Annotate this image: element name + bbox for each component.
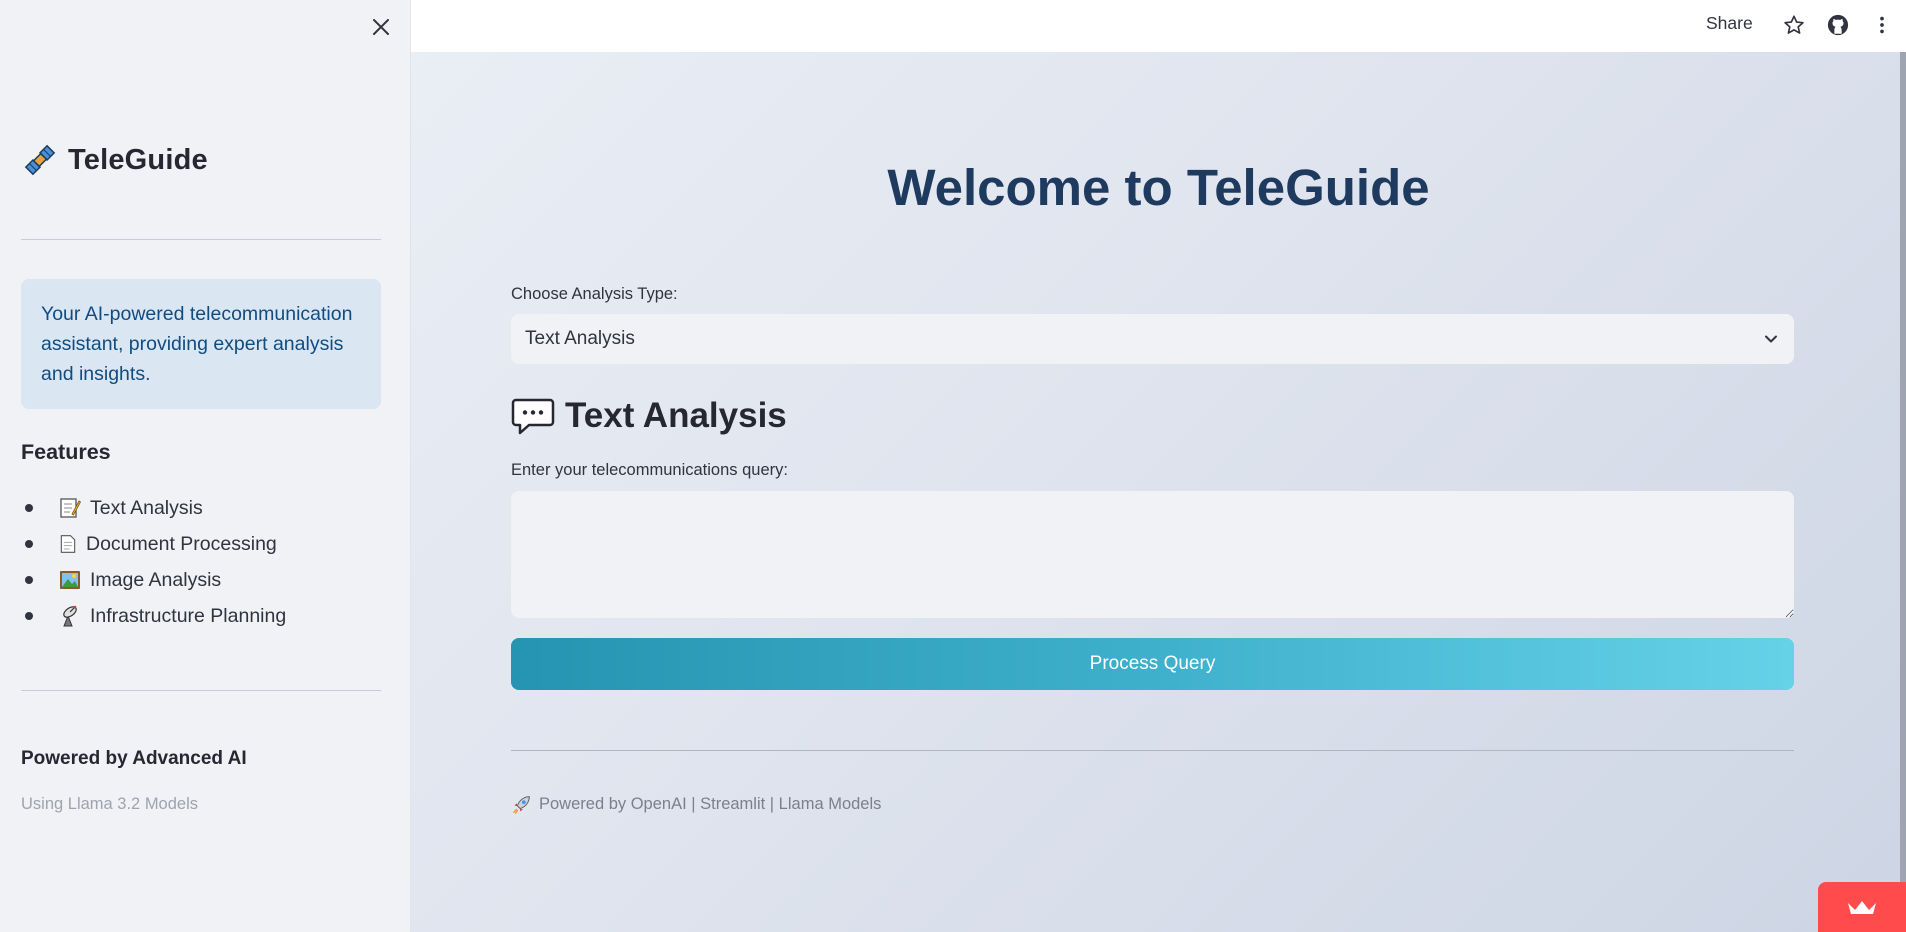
sidebar: TeleGuide Your AI-powered telecommunicat… — [0, 0, 411, 932]
feature-label: Image Analysis — [90, 568, 222, 591]
sidebar-divider — [21, 239, 381, 240]
streamlit-badge[interactable] — [1818, 882, 1906, 932]
close-sidebar-button[interactable] — [368, 14, 394, 40]
crown-icon — [1848, 901, 1876, 914]
query-label: Enter your telecommunications query: — [511, 461, 788, 479]
powered-title: Powered by Advanced AI — [21, 748, 247, 769]
bullet — [25, 504, 33, 512]
speech-bubble-icon — [511, 398, 555, 435]
close-icon — [373, 19, 389, 35]
features-list: Text Analysis Document Processing Image … — [21, 490, 286, 634]
sidebar-brand: TeleGuide — [22, 142, 208, 178]
page-icon — [60, 535, 76, 553]
main-content: Share Welcome to TeleGuide Choose Analys… — [411, 0, 1906, 932]
process-query-button[interactable]: Process Query — [511, 638, 1794, 690]
top-toolbar: Share — [411, 0, 1906, 52]
list-item: Image Analysis — [21, 562, 286, 598]
feature-label: Text Analysis — [90, 496, 203, 519]
chevron-down-icon — [1765, 335, 1777, 343]
more-menu-button[interactable] — [1869, 12, 1895, 38]
github-button[interactable] — [1825, 12, 1851, 38]
brand-title: TeleGuide — [68, 143, 208, 176]
picture-icon — [60, 571, 80, 589]
footer: Powered by OpenAI | Streamlit | Llama Mo… — [511, 793, 881, 815]
star-icon — [1784, 15, 1804, 34]
footer-text: Powered by OpenAI | Streamlit | Llama Mo… — [539, 794, 882, 813]
content-divider — [511, 750, 1794, 751]
sidebar-divider — [21, 690, 381, 691]
scrollbar[interactable] — [1900, 52, 1906, 932]
analysis-type-select[interactable]: Text Analysis — [511, 314, 1794, 364]
more-vertical-icon — [1880, 16, 1884, 34]
rocket-icon — [513, 796, 530, 814]
section-title: Text Analysis — [565, 396, 787, 435]
page-title: Welcome to TeleGuide — [887, 159, 1430, 216]
bullet — [25, 540, 33, 548]
bullet — [25, 576, 33, 584]
github-icon — [1827, 14, 1849, 36]
feature-label: Document Processing — [86, 532, 277, 555]
list-item: Text Analysis — [21, 490, 286, 526]
features-heading: Features — [21, 440, 111, 464]
bullet — [25, 612, 33, 620]
select-label: Choose Analysis Type: — [511, 285, 678, 303]
share-button[interactable]: Share — [1706, 13, 1753, 34]
sidebar-info-box: Your AI-powered telecommunication assist… — [21, 279, 381, 409]
list-item: Infrastructure Planning — [21, 598, 286, 634]
list-item: Document Processing — [21, 526, 286, 562]
feature-label: Infrastructure Planning — [90, 604, 287, 627]
satellite-icon — [24, 144, 56, 176]
select-value: Text Analysis — [525, 328, 635, 349]
powered-subtitle: Using Llama 3.2 Models — [21, 795, 199, 813]
memo-icon — [60, 498, 82, 518]
star-button[interactable] — [1781, 12, 1807, 38]
section-heading: Text Analysis — [511, 394, 787, 438]
query-textarea[interactable] — [511, 491, 1794, 618]
antenna-icon — [63, 605, 77, 627]
info-text: Your AI-powered telecommunication assist… — [41, 303, 353, 385]
